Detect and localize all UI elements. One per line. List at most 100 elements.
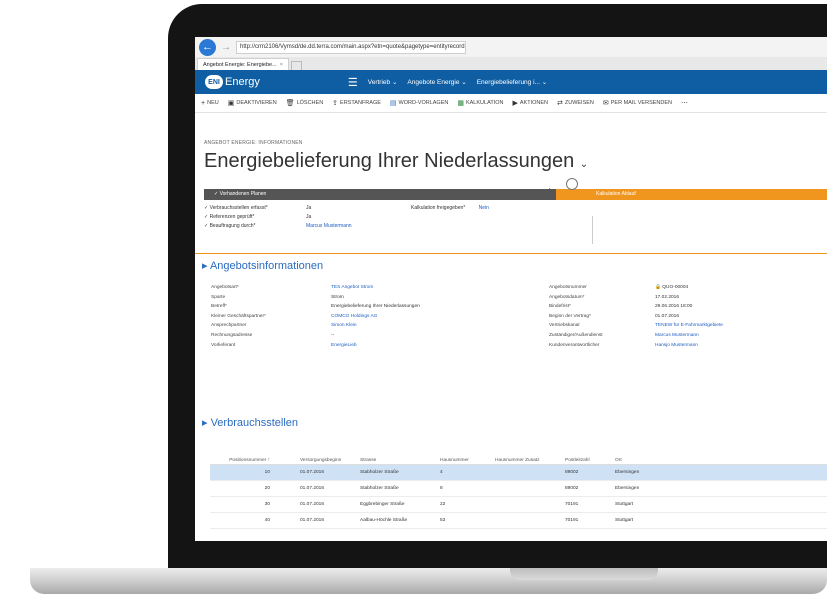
process-field-value: Ja [306, 205, 312, 211]
field-value: Strom [331, 294, 344, 300]
field-label: Angebotsdatum* [549, 294, 585, 300]
field-value: 29.06.2016 18:00 [655, 304, 693, 310]
field-value: 🔒 QUO-00004 [655, 285, 689, 290]
laptop-notch [510, 568, 658, 580]
field-label: Betreff* [211, 304, 227, 310]
table-cell: Eggbrebinger Straße [360, 502, 405, 507]
forward-button[interactable]: → [221, 42, 231, 53]
column-header[interactable]: Positionsnummer ↑ [210, 458, 270, 463]
command-label: LÖSCHEN [296, 100, 324, 106]
column-header[interactable]: Hausnummer [440, 458, 469, 463]
table-cell: 53 [440, 518, 446, 523]
consumption-table: Positionsnummer ↑ Versorgungsbeginn Strass… [210, 455, 827, 529]
command-more-button[interactable]: ⋯ [681, 99, 688, 107]
browser-address-bar: ← → http://crm2106/Vymsd/de.dd.terra.com… [195, 37, 827, 57]
info-grid-right: Angebotsnummer 🔒 QUO-00004 Angebotsdatum* 1… [549, 285, 824, 352]
logo-badge: ENI [205, 75, 223, 89]
stage-marker-icon [566, 178, 578, 190]
table-cell: 70191 [565, 502, 579, 507]
process-bar: ✓ Vorhandenen Planen Kalkulation Ablauf [204, 178, 827, 200]
command-löschen-button[interactable]: 🗑 LÖSCHEN [286, 99, 323, 107]
column-header[interactable]: Hausnummer Zusatz [495, 458, 540, 463]
process-stage-next[interactable]: Kalkulation Ablauf [556, 189, 827, 200]
process-field-label: ✓ Beauftragung durch* [204, 223, 256, 229]
field-value[interactable]: EnergieLieb [331, 343, 357, 348]
command-per-mail-versenden-button[interactable]: ✉ PER MAIL VERSENDEN [603, 99, 672, 107]
process-field[interactable]: ✓ Verbrauchsstellen erfasst* Ja [204, 205, 311, 211]
command-word-vorlagen-button[interactable]: ▤ WORD-VORLAGEN [390, 99, 448, 107]
word-icon: ▤ [389, 100, 397, 107]
hamburger-menu-icon[interactable]: ☰ [348, 76, 358, 89]
close-icon[interactable]: × [280, 62, 283, 68]
command-label: PER MAIL VERSENDEN [610, 100, 672, 106]
process-field-label: Kalkulation freigegeben* [411, 205, 466, 211]
deactivate-icon: ▣ [227, 100, 235, 107]
browser-tab-strip: Angebot Energie: Energiebe... × [195, 57, 827, 70]
section-heading-verbrauchsstellen[interactable]: ▸ Verbrauchsstellen [202, 416, 298, 429]
command-kalkulation-button[interactable]: ▦ KALKULATION [457, 99, 503, 107]
table-cell: 8 [440, 486, 443, 491]
field-row: Sparte Strom [211, 295, 511, 305]
nav-item-angebote[interactable]: Angebote Energie ⌄ [407, 78, 466, 86]
command-zuweisen-button[interactable]: ⇄ ZUWEISEN [557, 99, 594, 107]
column-header[interactable]: Postleitzahl [565, 458, 590, 463]
section-heading-angebotsinformationen[interactable]: ▸ Angebotsinformationen [202, 259, 323, 272]
process-field[interactable]: ✓ Referenzen geprüft* Ja [204, 214, 311, 220]
back-button[interactable]: ← [199, 38, 216, 56]
table-header: Positionsnummer ↑ Versorgungsbeginn Strass… [210, 455, 827, 465]
column-header[interactable]: Ort [615, 458, 622, 463]
field-label: Bindefrist* [549, 304, 571, 310]
process-underline [195, 253, 827, 254]
process-stage-active[interactable]: ✓ Vorhandenen Planen [204, 189, 556, 200]
field-value[interactable]: TENEW für E-Fahrmarktgebiete [655, 323, 723, 328]
more-icon: ⋯ [681, 100, 688, 107]
process-field-label: ✓ Verbrauchsstellen erfasst* [204, 205, 268, 211]
command-label: KALKULATION [465, 100, 504, 106]
command-label: AKTIONEN [519, 100, 548, 106]
table-cell: 20 [264, 486, 270, 491]
table-cell: 4 [440, 470, 443, 475]
table-row[interactable]: 20 01.07.2016 Stabholzer Straße 8 89002 Ebers… [210, 481, 827, 497]
command-deaktivieren-button[interactable]: ▣ DEAKTIVIEREN [228, 99, 277, 107]
command-label: WORD-VORLAGEN [398, 100, 449, 106]
process-field-kalkulation[interactable]: Kalkulation freigegeben* Nein [411, 205, 489, 211]
table-row[interactable]: 30 01.07.2016 Eggbrebinger Straße 22 70191 St… [210, 497, 827, 513]
field-row: Angebotsdatum* 17.02.2016 [549, 295, 824, 305]
column-header[interactable]: Strasse [360, 458, 376, 463]
command-bar: + NEU ▣ DEAKTIVIEREN 🗑 LÖSCHEN ⇪ ERSTANFRAGE ▤ WO… [195, 94, 827, 113]
field-value[interactable]: COMCO Holdings AG [331, 314, 377, 319]
field-label: Vertriebskanal [549, 323, 580, 329]
process-field[interactable]: ✓ Beauftragung durch* Marcus Mustermann [204, 223, 352, 229]
chevron-down-icon[interactable]: ⌄ [580, 159, 588, 170]
command-label: NEU [207, 100, 219, 106]
table-cell: Aalbau-Höchle Straße [360, 518, 408, 523]
table-cell: 70191 [565, 518, 579, 523]
table-row[interactable]: 40 01.07.2016 Aalbau-Höchle Straße 53 70191 S… [210, 513, 827, 529]
command-aktionen-button[interactable]: ▶ AKTIONEN [512, 99, 548, 107]
process-field-value: Ja [306, 214, 312, 220]
nav-item-vertrieb[interactable]: Vertrieb ⌄ [368, 78, 398, 86]
assign-icon: ⇄ [556, 100, 563, 107]
table-cell: Stabholzer Straße [360, 470, 399, 475]
command-erstanfrage-button[interactable]: ⇪ ERSTANFRAGE [332, 99, 381, 107]
field-value[interactable]: Marcus Mustermann [655, 333, 699, 338]
field-label: Rechnungsadresse [211, 332, 253, 338]
field-label: Ansprechpartner [211, 323, 247, 329]
command-neu-button[interactable]: + NEU [201, 100, 219, 107]
process-field-value[interactable]: Marcus Mustermann [306, 223, 352, 229]
table-row[interactable]: 10 01.07.2016 Stabholzer Straße 4 89002 Ebers… [210, 465, 827, 481]
nav-breadcrumb: Vertrieb ⌄ Angebote Energie ⌄ Energiebel… [368, 78, 548, 86]
field-value[interactable]: Simon Klein [331, 323, 357, 328]
field-value: 01.07.2016 [655, 313, 680, 319]
browser-tab[interactable]: Angebot Energie: Energiebe... × [197, 58, 289, 70]
new-tab-button[interactable] [290, 61, 302, 70]
nav-item-record[interactable]: Energiebelieferung i... ⌄ [477, 78, 548, 86]
process-field-value: Nein [478, 205, 489, 211]
field-row: Beginn der Vertrag* 01.07.2016 [549, 314, 824, 324]
field-value[interactable]: Hansjo Mustermann [655, 343, 698, 348]
app-logo[interactable]: ENI Energy [205, 75, 260, 89]
field-label: Angebotsnummer [549, 285, 587, 290]
field-value[interactable]: TES Angebot Strom [331, 285, 373, 290]
url-field[interactable]: http://crm2106/Vymsd/de.dd.terra.com/mai… [236, 40, 466, 54]
column-header[interactable]: Versorgungsbeginn [300, 458, 341, 463]
